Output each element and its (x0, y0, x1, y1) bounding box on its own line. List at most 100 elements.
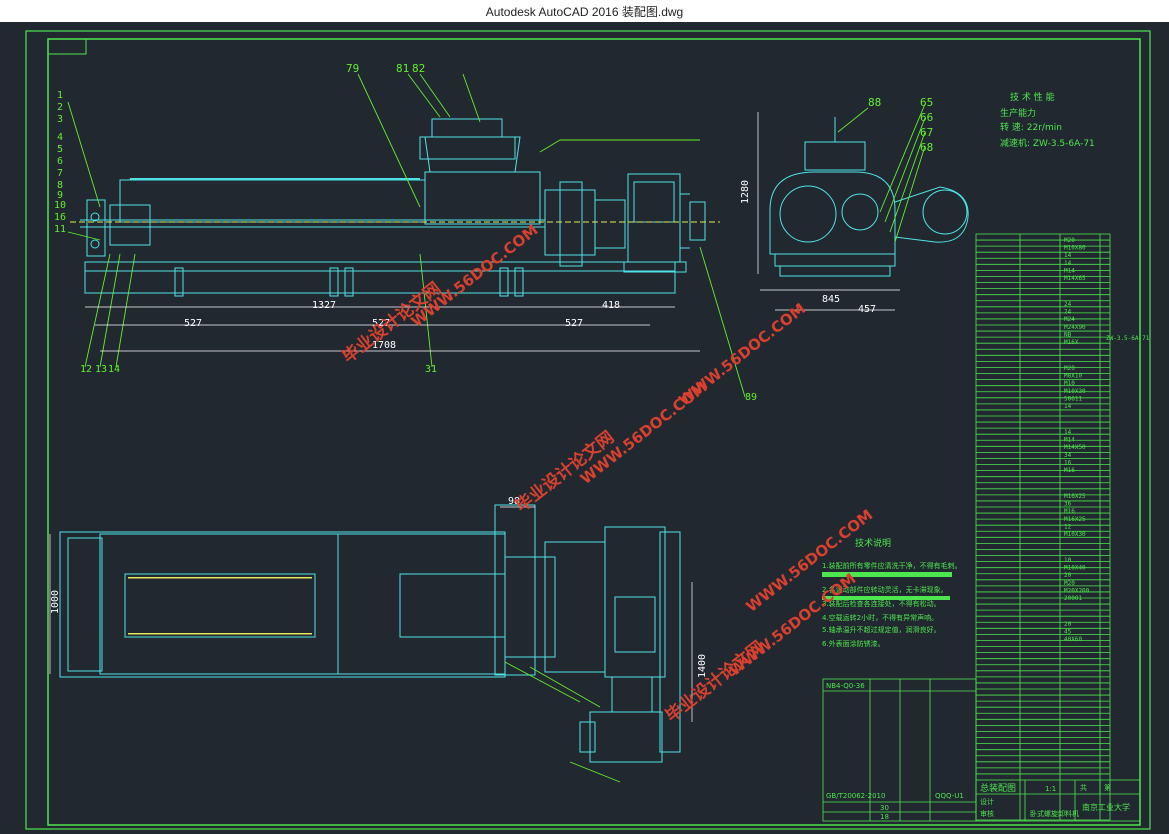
bom-table[interactable] (975, 233, 1111, 821)
balloon-4: 4 (57, 132, 63, 143)
bom-cell: M16X25 (1064, 493, 1086, 500)
bom-cell: 14 (1064, 260, 1072, 267)
bom-cell: M10 (1064, 380, 1075, 387)
tech-notes-title: 技术说明 (855, 537, 891, 549)
watermark-url-3: WWW.56DOC.COM (675, 300, 809, 410)
watermark-url-4: WWW.56DOC.COM (726, 570, 860, 680)
outer-frame (25, 30, 1151, 830)
bom-cell: M16 (1064, 467, 1075, 474)
bom-cell: 24 (1064, 301, 1072, 308)
bom-cell: 20 (1064, 621, 1072, 628)
bom-cell: M10X30 (1064, 531, 1086, 538)
bom-cell: M20 (1064, 365, 1075, 372)
balloon-79: 79 (346, 62, 359, 75)
sheet-2: 第 (1104, 783, 1111, 792)
tech-note-6: 6.外表面涂防锈漆。 (822, 639, 885, 648)
bom-cell: M14 (1064, 267, 1075, 274)
num-b: 18 (880, 813, 889, 821)
bom-cell: M14 (1064, 437, 1075, 444)
balloon-2: 2 (57, 102, 63, 113)
bom-cell: M16X25 (1064, 516, 1086, 523)
tech-performance-line2: 转 速: 22r/min (1000, 121, 1062, 133)
bom-cell: 20 (1064, 572, 1072, 579)
bom-cell: M14X65 (1064, 275, 1086, 282)
tech-note-4: 4.空载运转2小时，不得有异常声响。 (822, 613, 938, 622)
tech-performance-line3: 减速机: ZW-3.5-6A-71 (1000, 137, 1095, 149)
bom-cell: 14 (1064, 252, 1072, 259)
num-a: 30 (880, 804, 889, 812)
sheet-1: 共 (1080, 783, 1087, 792)
watermarks: 毕业设计论文网 WWW.56DOC.COM 毕业设计论文网 WWW.56DOC.… (338, 221, 876, 727)
balloon-89: 89 (745, 392, 757, 403)
balloon-88: 88 (868, 96, 881, 109)
product-name: 卧式螺旋卸料机 (1030, 809, 1079, 818)
cad-drawing[interactable]: 79 81 82 88 65 66 67 68 1 2 3 4 5 6 7 8 … (0, 22, 1169, 834)
dim-1327: 1327 (312, 300, 336, 311)
balloon-12: 12 (80, 364, 92, 375)
field-review: 审核 (980, 809, 994, 818)
balloon-13: 13 (95, 364, 107, 375)
tech-performance: 技 术 性 能 生产能力 转 速: 22r/min 减速机: ZW-3.5-6A… (1000, 91, 1095, 149)
tech-note-3: 3.装配后检查各连接处，不得有松动。 (822, 599, 941, 608)
bom-cell: M10X80 (1064, 245, 1086, 252)
bom-cell: 58611 (1064, 395, 1082, 402)
dim-1000: 1000 (50, 590, 61, 614)
balloon-66: 66 (920, 111, 933, 124)
balloon-68: 68 (920, 141, 933, 154)
screw-flights (130, 178, 420, 180)
front-view[interactable] (80, 118, 706, 297)
code-left: NB4-Q0-36 (826, 682, 865, 690)
bom-cell: 40X60 (1064, 636, 1082, 643)
bom-cell: M20 (1064, 237, 1075, 244)
window-title-bar: Autodesk AutoCAD 2016 装配图.dwg (0, 0, 1169, 23)
watermark-url-1: WWW.56DOC.COM (408, 221, 542, 331)
balloon-11: 11 (54, 224, 66, 235)
bom-cell: NB (1064, 331, 1072, 338)
dim-1280: 1280 (740, 180, 751, 204)
bom-cell: M24X90 (1064, 324, 1086, 331)
bom-cell: 20001 (1064, 595, 1082, 602)
field-design: 设计 (980, 797, 994, 806)
corner-box (47, 38, 87, 55)
balloon-14: 14 (108, 364, 120, 375)
dim-527-c: 527 (565, 318, 583, 329)
tech-note-5: 5.轴承温升不超过规定值，润滑良好。 (822, 625, 941, 634)
drawing-canvas[interactable]: 79 81 82 88 65 66 67 68 1 2 3 4 5 6 7 8 … (0, 22, 1169, 834)
balloon-5: 5 (57, 144, 63, 155)
bom-cell: 16 (1064, 459, 1072, 466)
bom-cell: 14 (1064, 403, 1072, 410)
tech-performance-title: 技 术 性 能 (1010, 91, 1055, 103)
bom-cell: 24 (1064, 309, 1072, 316)
bom-cell: 14 (1064, 429, 1072, 436)
dim-418: 418 (602, 300, 620, 311)
balloon-65: 65 (920, 96, 933, 109)
bom-side-note: ZW-3.5-6A-71 (1106, 335, 1150, 342)
drawing-name: 总装配图 (980, 782, 1016, 794)
bom-cell: M16 (1064, 508, 1075, 515)
balloon-labels-left: 1 2 3 4 5 6 7 8 9 10 16 11 12 13 14 31 8… (54, 90, 757, 403)
dim-527-a: 527 (184, 318, 202, 329)
end-view[interactable] (769, 117, 969, 277)
bom-cell: M8X10 (1064, 373, 1082, 380)
school-name: 南京工业大学 (1082, 802, 1130, 812)
balloon-81: 81 (396, 62, 409, 75)
balloon-16: 16 (54, 212, 66, 223)
bom-cell: 34 (1064, 452, 1072, 459)
title-block-text: 总装配图 1:1 南京工业大学 卧式螺旋卸料机 NB4-Q0-36 GB/T20… (826, 682, 1130, 821)
bom-cell: 45 (1064, 629, 1072, 636)
plan-hatch (128, 577, 312, 635)
bom-cell: M16X (1064, 339, 1079, 346)
bom-cell: M14X50 (1064, 444, 1086, 451)
balloon-3: 3 (57, 114, 63, 125)
balloon-6: 6 (57, 156, 63, 167)
dim-1400: 1400 (697, 654, 708, 678)
bom-cell: M10X30 (1064, 388, 1086, 395)
bom-cell: M20 (1064, 580, 1075, 587)
balloon-82: 82 (412, 62, 425, 75)
balloon-10: 10 (54, 200, 66, 211)
std-code: GB/T20062-2010 (826, 792, 885, 800)
bom-cell: M10X40 (1064, 565, 1086, 572)
bom-cell: M20X200 (1064, 587, 1090, 594)
ref-code: QQQ-U1 (935, 792, 964, 800)
tech-performance-line1: 生产能力 (1000, 107, 1036, 119)
